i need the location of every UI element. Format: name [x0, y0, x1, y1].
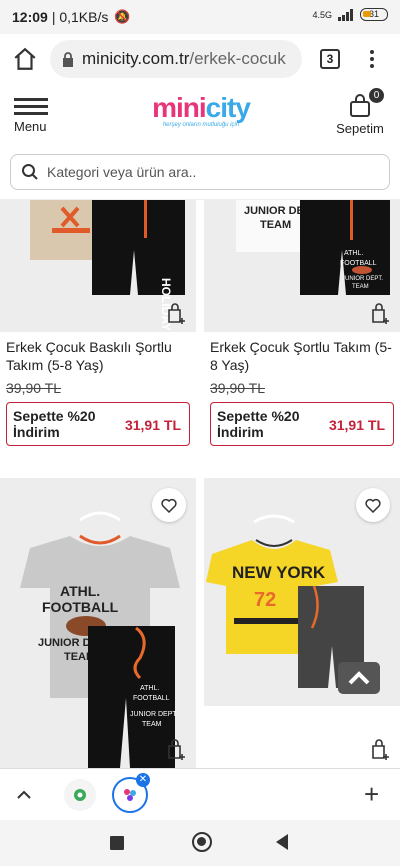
more-menu-icon[interactable]: [364, 48, 380, 70]
chevron-up-icon: [348, 671, 370, 685]
svg-text:FOOTBALL: FOOTBALL: [133, 695, 170, 702]
promo-box: Sepette %20 İndirim 31,91 TL: [6, 402, 190, 446]
search-icon: [22, 164, 38, 180]
minicity-favicon-icon: [124, 789, 136, 801]
svg-text:ATHL.: ATHL.: [344, 250, 363, 257]
product-title[interactable]: Erkek Çocuk Şortlu Takım (5-8 Yaş): [204, 332, 400, 380]
svg-text:TEAM: TEAM: [142, 721, 162, 728]
product-image[interactable]: ATHL. FOOTBALL JUNIOR DEPT. TEAM ATHL. F…: [0, 478, 196, 768]
old-price: 39,90 TL: [210, 380, 266, 396]
recent-apps-icon[interactable]: [110, 836, 124, 850]
status-bar: 12:09 | 0,1KB/s 🔕 4.5G 31: [0, 0, 400, 34]
browser-bottom-bar: ✕ +: [0, 768, 400, 820]
url-domain: minicity.com.tr: [82, 49, 190, 68]
battery-level: 31: [368, 9, 379, 19]
cart-button[interactable]: 0 Sepetim: [332, 88, 388, 136]
heart-icon: [161, 498, 177, 513]
favorite-button[interactable]: [356, 488, 390, 522]
svg-text:FOOTBALL: FOOTBALL: [340, 260, 377, 267]
site-logo[interactable]: minicity herşey onların mutluluğu için: [136, 92, 266, 129]
product-image[interactable]: JUNIOR DEPT. TEAM ATHL. FOOTBALL JUNIOR …: [204, 200, 400, 332]
product-card[interactable]: ATHL. FOOTBALL JUNIOR DEPT. TEAM ATHL. F…: [0, 478, 196, 768]
product-image[interactable]: NEW YORK 72: [204, 478, 400, 768]
scroll-to-top-button[interactable]: [338, 662, 380, 694]
product-title[interactable]: Erkek Çocuk Baskılı Şortlu Takım (5-8 Ya…: [0, 332, 196, 380]
signal-label: 4.5G: [312, 9, 332, 20]
add-to-cart-icon[interactable]: [368, 302, 392, 326]
add-to-cart-icon[interactable]: [164, 302, 188, 326]
svg-text:JUNIOR DEPT.: JUNIOR DEPT.: [130, 711, 178, 718]
menu-label: Menu: [14, 119, 47, 134]
url-field[interactable]: minicity.com.tr/erkek-cocuk: [50, 40, 302, 78]
svg-text:FOOTBALL: FOOTBALL: [42, 599, 119, 615]
svg-text:ATHL.: ATHL.: [140, 685, 159, 692]
promo-price: 31,91 TL: [328, 417, 385, 433]
promo-price: 31,91 TL: [124, 417, 181, 433]
home-nav-icon[interactable]: [192, 832, 212, 852]
promo-box: Sepette %20 İndirim 31,91 TL: [210, 402, 394, 446]
old-price: 39,90 TL: [6, 380, 62, 396]
svg-text:ATHL.: ATHL.: [60, 583, 100, 599]
url-path: /erkek-cocuk: [189, 49, 286, 68]
cart-count-badge: 0: [369, 88, 384, 103]
system-nav-bar: [0, 820, 400, 866]
chevron-up-icon[interactable]: [14, 785, 34, 805]
product-card[interactable]: HOLIDAY Erkek Çocuk Baskılı Şortlu Takım…: [0, 200, 196, 446]
status-time: 12:09: [12, 9, 48, 25]
heart-icon: [365, 498, 381, 513]
add-to-cart-icon[interactable]: [164, 738, 188, 762]
svg-text:TEAM: TEAM: [352, 284, 369, 290]
tab-favicon-button[interactable]: [64, 779, 96, 811]
svg-text:72: 72: [254, 589, 276, 611]
cart-label: Sepetim: [336, 121, 384, 136]
browser-toolbar: minicity.com.tr/erkek-cocuk 3: [0, 34, 400, 84]
back-icon[interactable]: [276, 834, 288, 850]
new-tab-icon[interactable]: +: [364, 781, 379, 807]
app-favicon-icon: [74, 789, 86, 801]
battery-icon: 31: [360, 8, 388, 21]
home-icon[interactable]: [12, 46, 38, 72]
svg-text:TEAM: TEAM: [260, 219, 291, 231]
search-section: [0, 144, 400, 200]
logo-text: minicity: [152, 92, 251, 123]
svg-text:JUNIOR DEPT.: JUNIOR DEPT.: [342, 276, 383, 282]
favorite-button[interactable]: [152, 488, 186, 522]
signal-icon: [338, 8, 353, 21]
search-box[interactable]: [10, 154, 390, 190]
promo-text: Sepette %20 İndirim: [217, 408, 300, 440]
shirt-print-text: NEW YORK: [232, 563, 326, 582]
site-header: Menu minicity herşey onların mutluluğu i…: [0, 84, 400, 144]
mute-icon: 🔕: [114, 9, 131, 24]
product-card[interactable]: NEW YORK 72: [204, 478, 400, 768]
add-to-cart-icon[interactable]: [368, 738, 392, 762]
status-net-speed: | 0,1KB/s: [51, 9, 109, 25]
menu-button[interactable]: Menu: [14, 98, 50, 134]
lock-icon: [63, 51, 73, 67]
product-card[interactable]: JUNIOR DEPT. TEAM ATHL. FOOTBALL JUNIOR …: [204, 200, 400, 446]
promo-text: Sepette %20 İndirim: [13, 408, 96, 440]
close-tab-icon[interactable]: ✕: [136, 773, 150, 787]
product-image[interactable]: HOLIDAY: [0, 200, 196, 332]
tab-switcher-button[interactable]: 3: [320, 49, 340, 69]
search-input[interactable]: [47, 164, 367, 180]
